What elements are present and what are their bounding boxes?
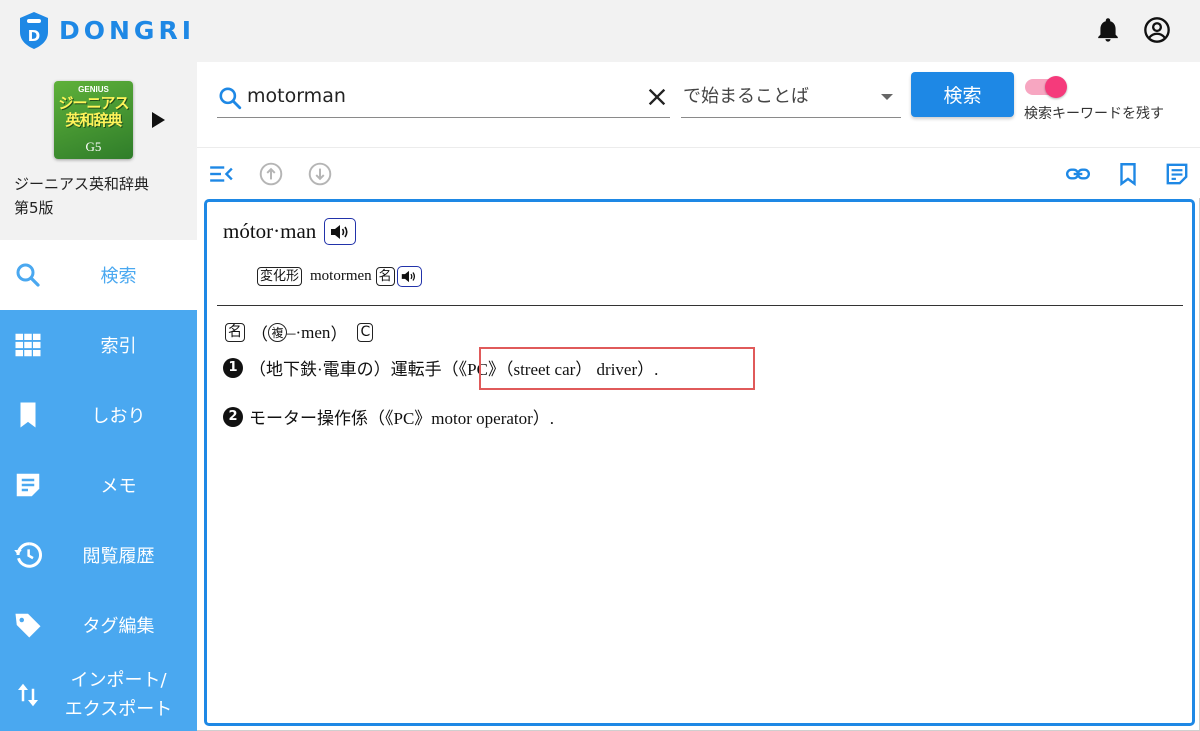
sense-number: 1 <box>223 357 243 378</box>
cover-edition: G5 <box>85 139 102 154</box>
sidebar-item-history[interactable]: 閲覧履歴 <box>0 520 197 590</box>
headword-text: mótor·man <box>223 219 317 243</box>
logo[interactable]: D DONGRI <box>17 10 195 50</box>
tag-icon <box>15 613 41 638</box>
book-cover[interactable]: GENIUS ジーニアス英和辞典 G5 <box>54 81 133 159</box>
sidebar-item-label: 索引 <box>100 336 137 357</box>
sidebar-item-label: メモ <box>100 476 137 497</box>
sense-number: 2 <box>223 406 243 427</box>
sidebar-item-label: 閲覧履歴 <box>82 546 155 567</box>
sidebar: GENIUS ジーニアス英和辞典 G5 ジーニアス英和辞典 第5版 検索 索引 <box>0 62 197 731</box>
search-button[interactable]: 検索 <box>911 72 1014 117</box>
headword: mótor·man <box>223 218 357 245</box>
sidebar-item-label: タグ編集 <box>82 616 155 637</box>
sidebar-item-label-line2: エクスポート <box>64 699 173 720</box>
sidebar-item-label: インポート/ エクスポート <box>40 666 197 724</box>
search-input[interactable] <box>247 82 627 110</box>
search-bar: で始まることば 検索 検索キーワードを残す <box>197 62 1200 148</box>
history-icon <box>14 542 42 568</box>
keep-keyword-label: 検索キーワードを残す <box>1024 106 1164 122</box>
svg-text:D: D <box>28 27 40 45</box>
countable-tag: C <box>357 323 374 342</box>
play-arrow-icon[interactable] <box>152 112 165 128</box>
plural-mark: 複 <box>268 323 287 342</box>
sidebar-item-search[interactable]: 検索 <box>0 240 197 310</box>
sense-text: （地下鉄·電車の）運転手 <box>249 360 442 379</box>
link-icon[interactable] <box>1065 161 1091 187</box>
book-selector[interactable]: GENIUS ジーニアス英和辞典 G5 ジーニアス英和辞典 第5版 <box>0 62 197 240</box>
cover-title: ジーニアス英和辞典 <box>58 94 129 129</box>
sidebar-item-tags[interactable]: タグ編集 <box>0 590 197 660</box>
import-export-icon <box>18 683 38 707</box>
account-circle-icon[interactable] <box>1143 16 1171 44</box>
grid-icon <box>15 333 41 357</box>
sidebar-item-label-line1: インポート/ <box>70 670 167 691</box>
search-mode-value: で始まることば <box>683 86 809 107</box>
book-name: ジーニアス英和辞典 第5版 <box>14 172 149 220</box>
bell-icon[interactable] <box>1094 16 1122 44</box>
book-name-line1: ジーニアス英和辞典 <box>14 175 150 193</box>
open-paren: （ <box>251 325 268 344</box>
pos-line: 名 （ 複 –·men ） C <box>225 320 374 345</box>
memo-icon[interactable] <box>1164 161 1190 187</box>
search-field[interactable] <box>217 76 670 118</box>
speaker-icon[interactable] <box>324 218 357 245</box>
result-toolbar <box>197 148 1200 198</box>
sense-text: モーター操作係（《PC》motor operator）. <box>249 409 555 428</box>
clear-icon[interactable] <box>646 86 668 108</box>
sidebar-item-label: しおり <box>91 406 146 427</box>
highlight-box <box>479 347 755 390</box>
caret-down-icon <box>881 94 893 100</box>
collapse-list-icon[interactable] <box>208 161 234 187</box>
plural-text: –·men <box>287 322 331 342</box>
speaker-icon[interactable] <box>396 266 422 287</box>
top-bar: D DONGRI <box>0 0 1200 62</box>
search-icon <box>219 87 242 110</box>
book-name-line2: 第5版 <box>14 199 54 217</box>
inflection-pos: 名 <box>375 267 395 286</box>
close-paren: ） <box>330 325 348 344</box>
keep-keyword-toggle[interactable] <box>1025 76 1069 98</box>
logo-text: DONGRI <box>59 15 195 45</box>
sense-2: 2 モーター操作係（《PC》motor operator）. <box>223 404 554 429</box>
bookmark-icon[interactable] <box>1115 161 1141 187</box>
divider <box>217 305 1183 306</box>
sidebar-item-label: 検索 <box>100 266 137 287</box>
entry-panel: mótor·man 変化形 motormen 名 名 （ 複 –·men ） C… <box>204 199 1195 726</box>
bookmark-icon <box>20 402 36 428</box>
memo-icon <box>16 473 40 497</box>
sidebar-item-import-export[interactable]: インポート/ エクスポート <box>0 660 197 730</box>
toggle-knob <box>1045 76 1067 98</box>
arrow-up-icon[interactable] <box>258 161 284 187</box>
sidebar-item-index[interactable]: 索引 <box>0 310 197 380</box>
inflection-word: motormen <box>310 268 372 284</box>
sidebar-item-bookmarks[interactable]: しおり <box>0 380 197 450</box>
inflection-line: 変化形 motormen 名 <box>257 266 422 287</box>
inflection-tag: 変化形 <box>257 267 303 286</box>
arrow-down-icon[interactable] <box>307 161 333 187</box>
pos-tag: 名 <box>225 323 245 342</box>
dongri-shield-icon: D <box>20 12 48 49</box>
cover-brand: GENIUS <box>78 85 109 94</box>
search-mode-select[interactable]: で始まることば <box>681 76 901 118</box>
sidebar-item-memo[interactable]: メモ <box>0 450 197 520</box>
search-icon <box>16 263 40 287</box>
